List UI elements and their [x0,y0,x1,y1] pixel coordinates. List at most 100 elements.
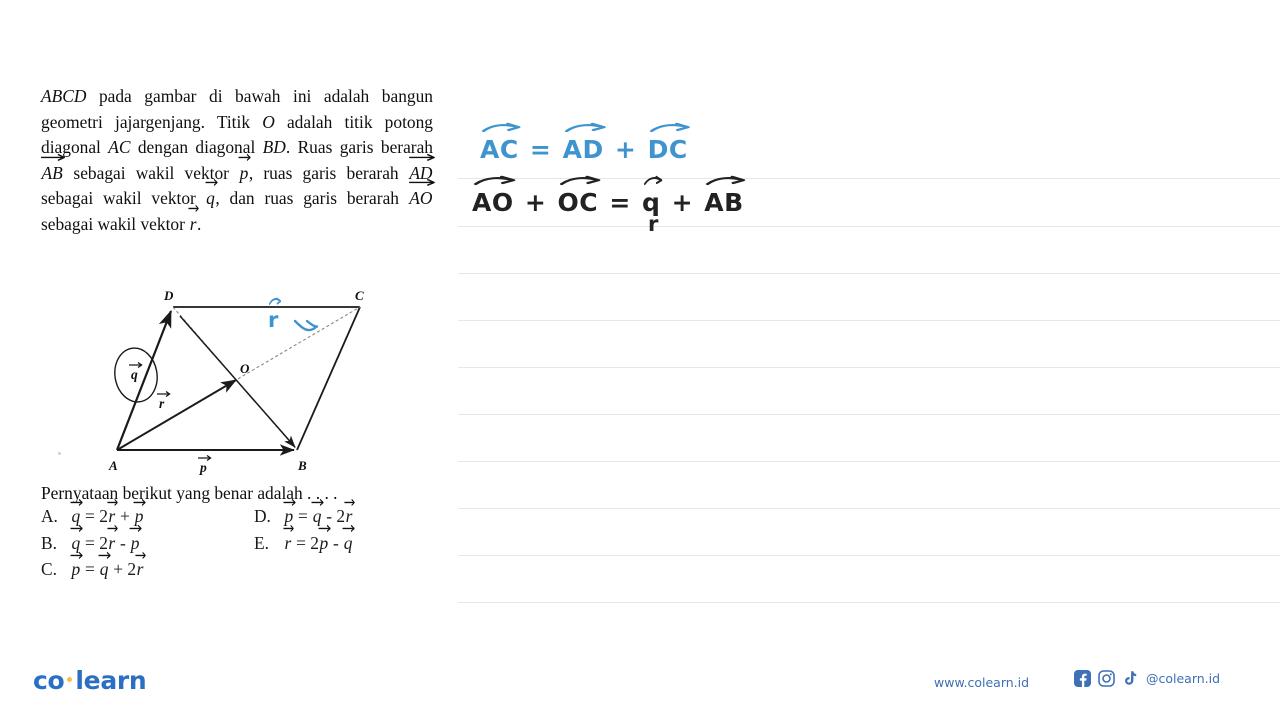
handwritten-arrow-icon [706,175,746,187]
figure-label-A: A [108,458,118,473]
vector-AO: AO [408,179,435,212]
worksheet-page: ABCD pada gambar di bawah ini adalah ban… [0,0,1280,720]
vector-p: p [133,498,146,527]
options-list: A. q = 2r + p D. p = q - 2 r B. q = 2r - p E. r … [41,498,441,586]
vector-arrow-icon [238,152,251,161]
ruled-line [458,461,1280,462]
option-letter: B. [41,532,57,553]
footer-website[interactable]: www.colearn.id [934,675,1029,690]
answer-prompt: Pernyataan berikut yang benar adalah . .… [41,483,338,503]
handwritten-operator: = [529,135,552,164]
handwriting-line-1: AC = AD + DC [478,122,690,164]
vector-p: p [318,525,331,554]
vector-arrow-icon [205,177,218,187]
vector-q: q [342,525,355,554]
vector-r: r [344,498,355,527]
ruled-line [458,602,1280,603]
vector-q: q [70,498,83,527]
option-equation: r = 2p - q [283,525,355,554]
vector-r: r [107,498,118,527]
ruled-line [458,273,1280,274]
handwritten-vector-DC: DC [648,122,690,164]
option-e[interactable]: E. r = 2p - q [254,525,355,554]
vector-q: q [70,525,83,554]
option-row: C. p = q + 2r [41,551,441,586]
vector-AB: AB [41,153,65,187]
option-equation: q = 2r + p [70,498,146,527]
footer-handle[interactable]: @colearn.id [1146,671,1220,686]
handwritten-operator: = [609,188,631,217]
figure-label-B: B [297,458,307,473]
paper-speck [58,452,61,455]
page-footer: co learn www.colearn.id @colearn.id [0,648,1280,720]
option-b[interactable]: B. q = 2r - p [41,525,142,554]
option-letter: C. [41,559,57,579]
vector-r: r [283,525,294,554]
ruled-line [458,508,1280,509]
option-letter: E. [254,532,269,553]
option-equation: p = q + 2r [70,551,146,580]
ruled-line [458,320,1280,321]
handwritten-vector-AD: AD [563,122,606,164]
vector-arrow-icon [40,152,65,161]
figure-label-D: D [163,288,174,303]
instagram-icon[interactable] [1098,670,1115,687]
ruled-line [458,414,1280,415]
vector-AD: AD [408,153,435,187]
option-a[interactable]: A. q = 2r + p [41,498,146,527]
ruled-line [458,555,1280,556]
vector-p: p [70,551,83,580]
figure-vector-r: r [159,396,165,411]
vector-q: q [311,498,324,527]
handwritten-arrow-icon [559,175,601,187]
figure-vector-p: p [199,460,207,475]
vector-p: p [283,498,296,527]
handwritten-blue-arrowhead [292,318,326,348]
handwritten-operator: + [671,188,694,217]
colearn-logo: co learn [33,666,147,695]
handwritten-operator: + [614,135,637,164]
handwriting-subscript-note: r [648,212,659,236]
logo-text-co: co [33,666,65,695]
vector-arrow-icon [408,152,435,161]
option-d[interactable]: D. p = q - 2r [254,498,355,527]
ruled-line [458,367,1280,368]
handwritten-arrow-icon [649,122,690,134]
handwritten-vector-AC: AC [480,122,521,164]
question-text: ABCD pada gambar di bawah ini adalah ban… [41,84,435,238]
handwritten-vector-AB: AB [704,175,746,217]
parallelogram-figure: D C O A B q r p [100,283,400,483]
option-equation: q = 2r - p [70,525,142,554]
vector-r: r [188,204,199,238]
ruled-line [458,226,1280,227]
question-block: ABCD pada gambar di bawah ini adalah ban… [41,84,435,238]
handwritten-arrow-icon [481,122,521,134]
facebook-icon[interactable] [1074,670,1091,687]
handwritten-vector-OC: OC [558,175,600,217]
logo-text-learn: learn [75,666,147,695]
option-row: B. q = 2r - p E. r = 2p - q [41,525,441,560]
vector-r: r [107,525,118,554]
vector-p: p [238,153,251,187]
handwritten-operator: + [524,188,547,217]
vector-r: r [135,551,146,580]
vector-q: q [205,179,218,212]
vector-arrow-icon [188,203,199,212]
footer-socials: @colearn.id [1074,670,1220,687]
handwriting-line-2: AO + OC = q + AB [470,175,746,217]
option-equation: p = q - 2r [283,498,355,527]
option-row: A. q = 2r + p D. p = q - 2r [41,498,441,533]
handwritten-arrow-icon [643,175,663,187]
tiktok-icon[interactable] [1122,670,1137,687]
figure-vector-q: q [131,367,138,382]
vector-q: q [98,551,111,580]
option-c[interactable]: C. p = q + 2r [41,551,146,580]
handwritten-r-annotation: r [266,297,282,332]
handwritten-vector-AO: AO [472,175,516,217]
handwritten-arrow-icon [564,122,606,134]
vector-arrow-icon [344,497,355,506]
figure-label-C: C [355,288,364,303]
handwritten-r-letter: r [268,308,279,332]
logo-dot-icon [67,677,73,682]
option-letter: D. [254,506,271,526]
